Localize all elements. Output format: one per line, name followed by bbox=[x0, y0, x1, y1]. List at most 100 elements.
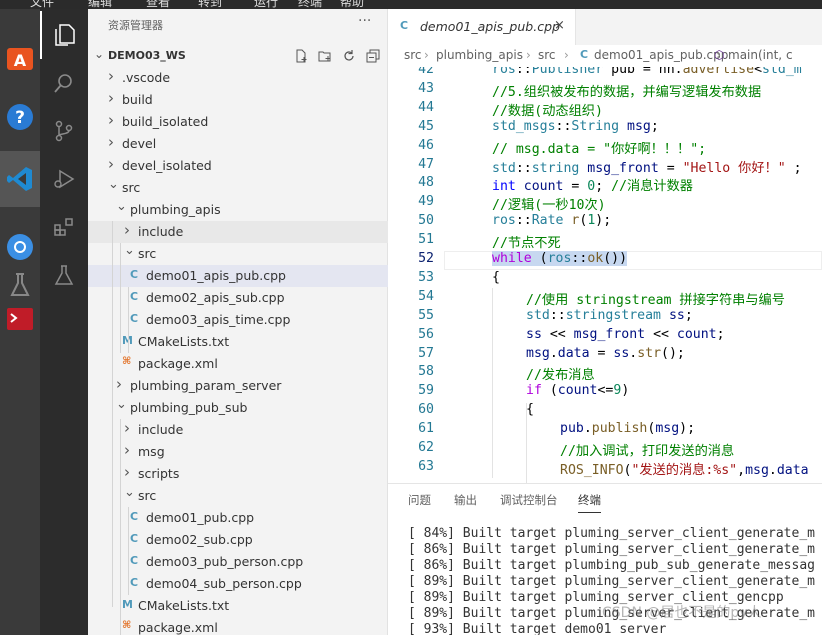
panel-tab[interactable]: 问题 bbox=[408, 492, 431, 508]
code-line[interactable]: std::string msg_front = "Hello 你好！" ; bbox=[492, 157, 802, 176]
app-store-icon[interactable]: A bbox=[0, 29, 40, 85]
file-item[interactable]: Cdemo03_pub_person.cpp bbox=[88, 551, 388, 573]
code-line[interactable]: ros::Rate r(1); bbox=[492, 213, 611, 228]
code-line[interactable]: int count = 0; //消息计数器 bbox=[492, 175, 693, 194]
menu-item[interactable]: 文件 bbox=[30, 0, 54, 9]
code-token: publish bbox=[591, 421, 648, 437]
code-token: = bbox=[589, 345, 614, 361]
terminal-icon[interactable] bbox=[0, 291, 40, 347]
collapse-all-icon[interactable] bbox=[364, 47, 382, 65]
explorer-icon[interactable] bbox=[40, 11, 88, 59]
help-icon[interactable]: ? bbox=[0, 89, 40, 145]
terminal-line: [ 86%] Built target pluming_server_clien… bbox=[408, 542, 815, 557]
chevron-right-icon: › bbox=[124, 221, 130, 239]
folder-item[interactable]: ⌄ src bbox=[88, 485, 388, 507]
menu-item[interactable]: 终端 bbox=[298, 0, 322, 9]
menu-item[interactable]: 查看 bbox=[146, 0, 170, 9]
file-item[interactable]: MCMakeLists.txt bbox=[88, 595, 388, 617]
file-item[interactable]: Cdemo04_sub_person.cpp bbox=[88, 573, 388, 595]
code-line[interactable]: ROS_INFO("发送的消息:%s",msg.data bbox=[560, 459, 809, 478]
file-item[interactable]: Cdemo02_apis_sub.cpp bbox=[88, 287, 388, 309]
folder-item[interactable]: › include bbox=[88, 221, 388, 243]
code-line[interactable]: { bbox=[526, 402, 534, 417]
code-line[interactable]: //加入调试，打印发送的消息 bbox=[560, 440, 734, 459]
code-line[interactable]: ros::Publisher pub = nh.advertise<std_m bbox=[492, 67, 802, 77]
code-line[interactable]: //逻辑(一秒10次) bbox=[492, 194, 606, 213]
code-line[interactable]: ss << msg_front << count; bbox=[526, 327, 725, 342]
folder-item[interactable]: › build_isolated bbox=[88, 111, 388, 133]
code-line[interactable]: pub.publish(msg); bbox=[560, 421, 695, 436]
code-token: //消息计数器 bbox=[611, 179, 693, 195]
code-line[interactable]: { bbox=[492, 270, 500, 285]
code-line[interactable]: while (ros::ok()) bbox=[492, 251, 628, 266]
menu-item[interactable]: 运行 bbox=[254, 0, 278, 9]
code-line[interactable]: // msg.data = "你好啊！！！"; bbox=[492, 138, 706, 157]
code-line[interactable]: //数据(动态组织) bbox=[492, 100, 603, 119]
run-debug-icon[interactable] bbox=[40, 155, 88, 203]
code-line[interactable]: std::stringstream ss; bbox=[526, 308, 693, 323]
vscode-icon[interactable] bbox=[0, 151, 40, 207]
folder-item[interactable]: › devel bbox=[88, 133, 388, 155]
editor-tab[interactable]: C demo01_apis_pub.cpp × bbox=[388, 9, 576, 45]
breadcrumb-item[interactable]: src bbox=[404, 48, 422, 62]
search-icon[interactable] bbox=[40, 59, 88, 107]
code-line[interactable]: std_msgs::String msg; bbox=[492, 119, 659, 134]
panel-tab[interactable]: 输出 bbox=[454, 492, 477, 508]
folder-item[interactable]: ⌄ plumbing_apis bbox=[88, 199, 388, 221]
code-line[interactable]: //节点不死 bbox=[492, 232, 561, 251]
folder-label: devel_isolated bbox=[122, 158, 212, 173]
breadcrumb-symbol[interactable]: main(int, c bbox=[728, 48, 793, 62]
code-token: msg_front bbox=[579, 160, 659, 176]
file-item[interactable]: Cdemo01_pub.cpp bbox=[88, 507, 388, 529]
close-icon[interactable]: × bbox=[554, 18, 565, 33]
breadcrumb-item[interactable]: plumbing_apis bbox=[436, 48, 523, 62]
code-line[interactable]: //发布消息 bbox=[526, 364, 595, 383]
folder-label: plumbing_apis bbox=[130, 202, 221, 217]
folder-item[interactable]: › plumbing_param_server bbox=[88, 375, 388, 397]
folder-item[interactable]: ⌄ src bbox=[88, 177, 388, 199]
folder-item[interactable]: › build bbox=[88, 89, 388, 111]
file-item[interactable]: MCMakeLists.txt bbox=[88, 331, 388, 353]
folder-item[interactable]: › devel_isolated bbox=[88, 155, 388, 177]
file-item[interactable]: ⌘ package.xml bbox=[88, 617, 388, 635]
file-item[interactable]: Cdemo01_apis_pub.cpp bbox=[88, 265, 388, 287]
menu-item[interactable]: 转到 bbox=[198, 0, 222, 9]
folder-item[interactable]: ⌄ plumbing_pub_sub bbox=[88, 397, 388, 419]
code-line[interactable]: msg.data = ss.str(); bbox=[526, 346, 685, 361]
code-token: :: bbox=[515, 67, 532, 77]
new-folder-icon[interactable] bbox=[316, 47, 334, 65]
breadcrumb-item[interactable]: demo01_apis_pub.cpp bbox=[594, 48, 728, 62]
code-token: advertise bbox=[682, 67, 755, 77]
more-actions-icon[interactable]: ··· bbox=[358, 13, 371, 29]
panel-tab[interactable]: 终端 bbox=[578, 492, 601, 513]
code-token: :: bbox=[555, 118, 572, 134]
folder-item[interactable]: › include bbox=[88, 419, 388, 441]
menu-item[interactable]: 帮助 bbox=[340, 0, 364, 9]
extensions-icon[interactable] bbox=[40, 203, 88, 251]
code-line[interactable]: if (count<=9) bbox=[526, 383, 629, 398]
menu-item[interactable]: 编辑 bbox=[88, 0, 112, 9]
source-control-icon[interactable] bbox=[40, 107, 88, 155]
breadcrumb-item[interactable]: src bbox=[538, 48, 556, 62]
code-token: str bbox=[637, 345, 662, 361]
panel-tab[interactable]: 调试控制台 bbox=[500, 492, 558, 508]
file-item[interactable]: Cdemo02_sub.cpp bbox=[88, 529, 388, 551]
folder-item[interactable]: › scripts bbox=[88, 463, 388, 485]
folder-item[interactable]: ⌄ src bbox=[88, 243, 388, 265]
file-item[interactable]: Cdemo03_apis_time.cpp bbox=[88, 309, 388, 331]
line-number: 51 bbox=[418, 232, 434, 248]
code-line[interactable]: //使用 stringstream 拼接字符串与编号 bbox=[526, 289, 785, 308]
testing-flask-icon[interactable] bbox=[40, 251, 88, 299]
folder-item[interactable]: › .vscode bbox=[88, 67, 388, 89]
workspace-header[interactable]: ⌄ DEMO03_WS bbox=[88, 45, 388, 67]
new-file-icon[interactable] bbox=[292, 47, 310, 65]
terminal-line: [ 86%] Built target plumbing_pub_sub_gen… bbox=[408, 558, 815, 573]
code-token: String bbox=[571, 118, 620, 134]
file-item[interactable]: ⌘ package.xml bbox=[88, 353, 388, 375]
refresh-icon[interactable] bbox=[340, 47, 358, 65]
code-area[interactable]: 42 ros::Publisher pub = nh.advertise<std_… bbox=[388, 67, 822, 483]
folder-item[interactable]: › msg bbox=[88, 441, 388, 463]
code-token: int bbox=[492, 179, 516, 195]
code-line[interactable]: //5.组织被发布的数据，并编写逻辑发布数据 bbox=[492, 81, 761, 100]
folder-label: msg bbox=[138, 444, 165, 459]
